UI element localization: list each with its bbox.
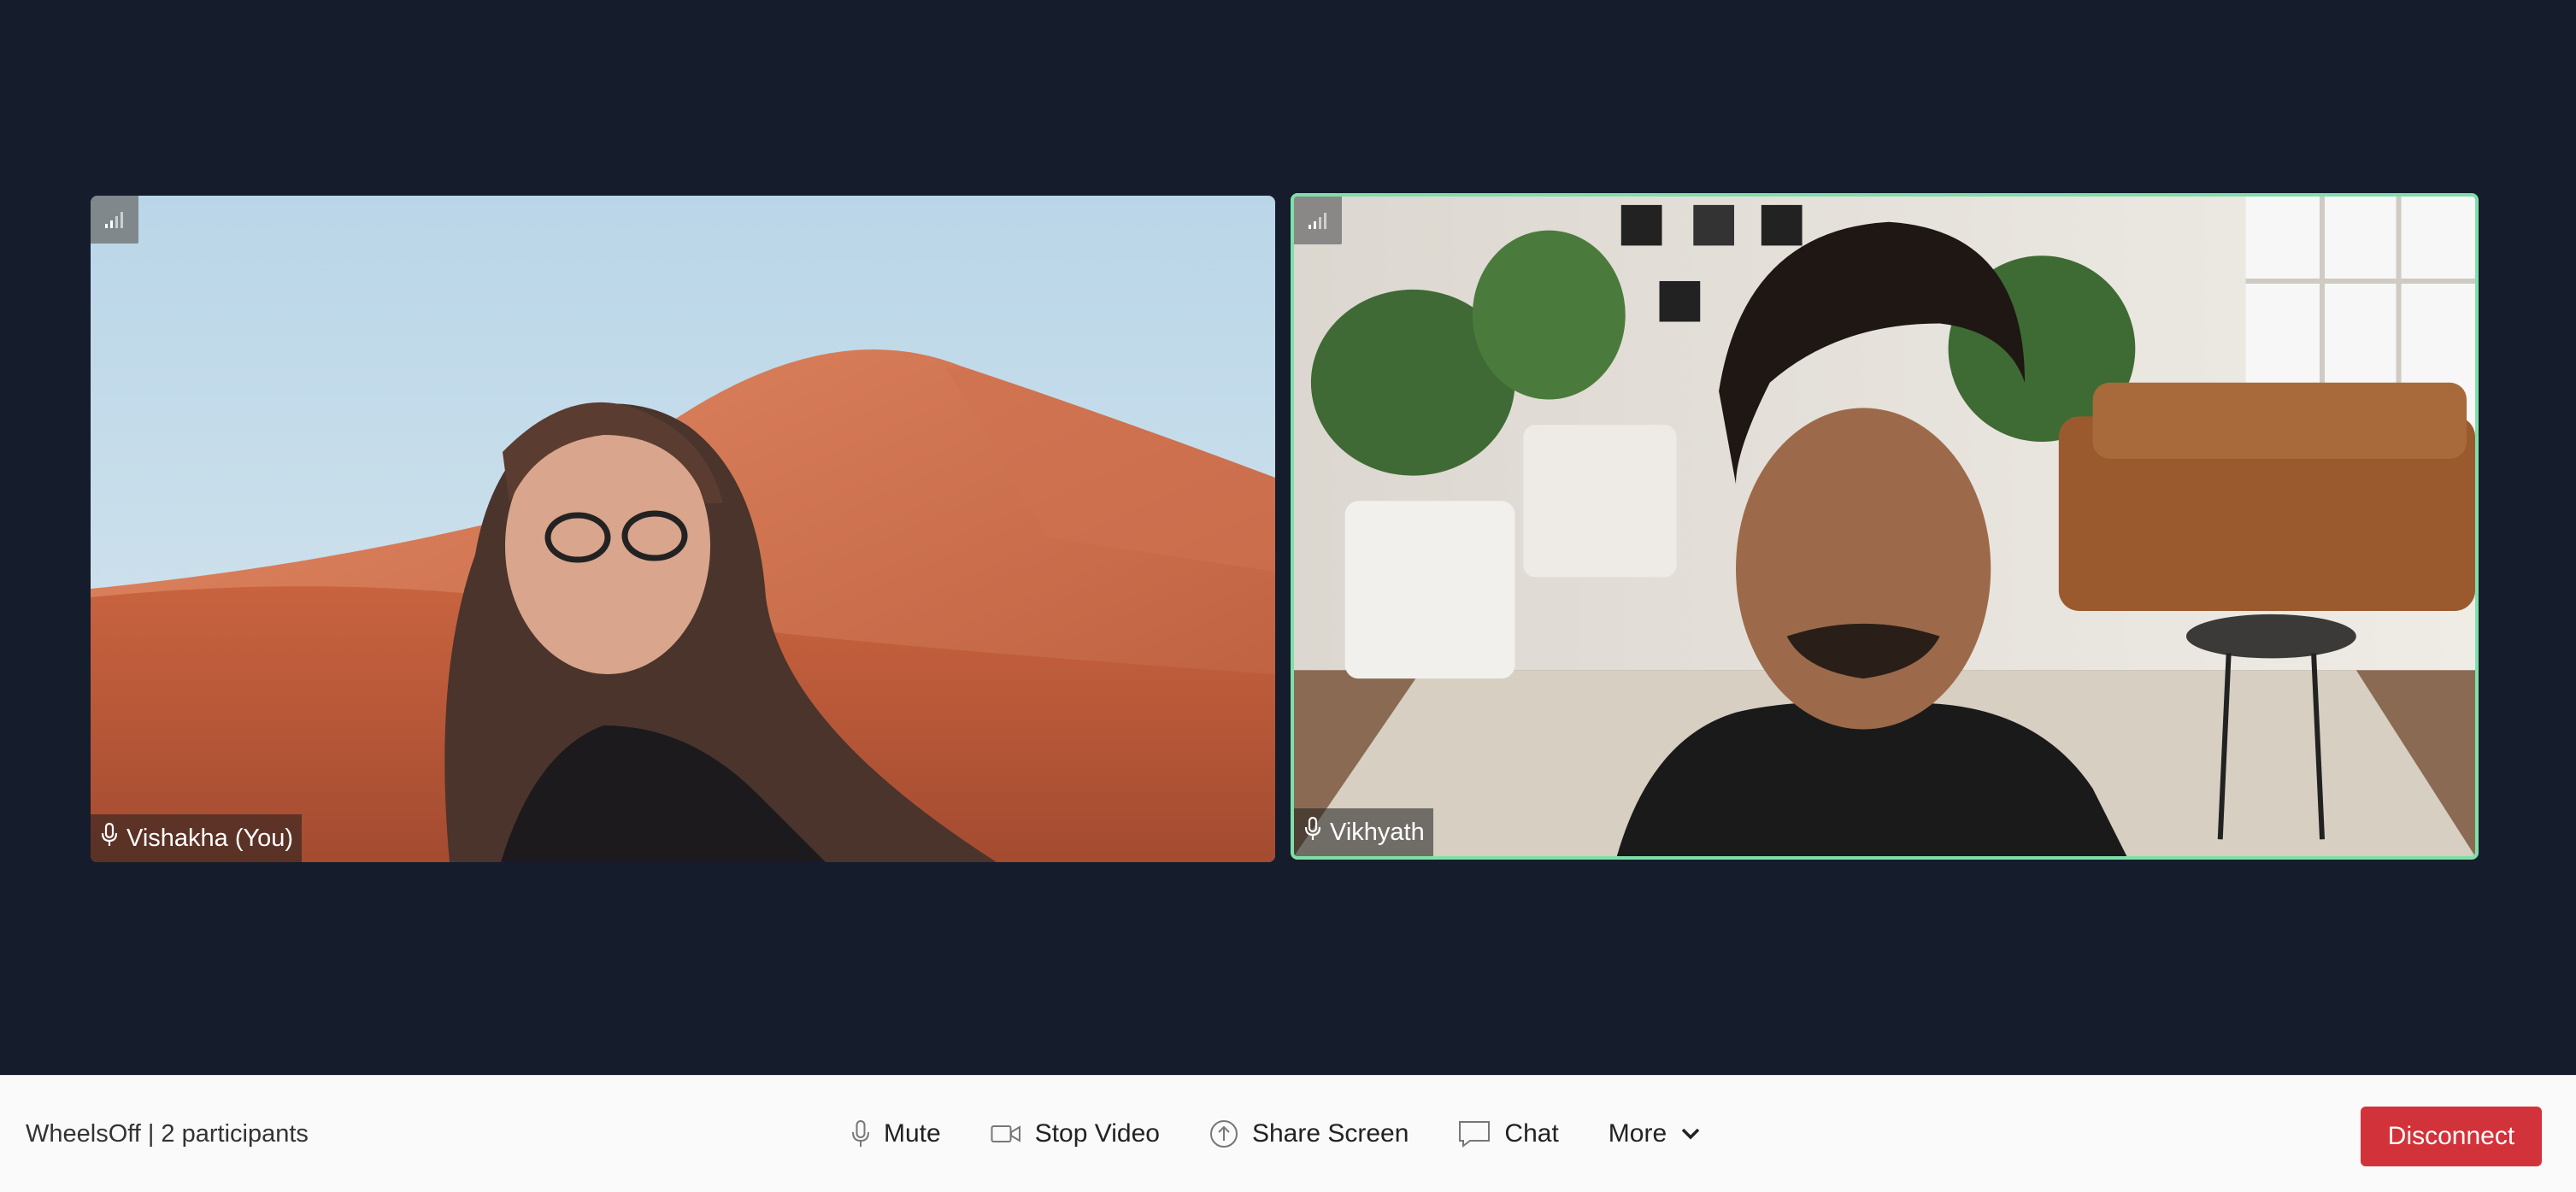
microphone-icon	[1304, 816, 1321, 848]
more-menu-button[interactable]: More	[1609, 1119, 1701, 1148]
signal-strength-icon	[1294, 197, 1342, 244]
microphone-icon	[851, 1119, 870, 1148]
microphone-icon	[101, 822, 118, 854]
chat-label: Chat	[1504, 1119, 1559, 1148]
room-name: WheelsOff	[26, 1119, 141, 1148]
video-tile-remote-active[interactable]: Vikhyath	[1291, 193, 2479, 860]
disconnect-button[interactable]: Disconnect	[2361, 1107, 2542, 1166]
room-info-separator: |	[147, 1119, 155, 1148]
mute-button[interactable]: Mute	[851, 1119, 941, 1148]
participant-name: Vikhyath	[1330, 818, 1425, 846]
participant-name-tag: Vikhyath	[1294, 808, 1433, 856]
chat-button[interactable]: Chat	[1458, 1119, 1559, 1148]
video-tile-local[interactable]: Vishakha (You)	[91, 196, 1275, 862]
stop-video-label: Stop Video	[1034, 1119, 1160, 1148]
more-label: More	[1608, 1119, 1667, 1148]
participant-name-tag: Vishakha (You)	[91, 814, 303, 862]
participant-count: 2 participants	[161, 1119, 309, 1148]
call-toolbar: WheelsOff | 2 participants Mute Stop Vid…	[0, 1075, 2576, 1192]
share-screen-label: Share Screen	[1251, 1119, 1409, 1148]
call-controls: Mute Stop Video Share Screen Chat More	[851, 1076, 1701, 1192]
video-camera-icon	[991, 1124, 1021, 1144]
stop-video-button[interactable]: Stop Video	[991, 1119, 1160, 1148]
chevron-down-icon	[1680, 1127, 1701, 1141]
share-screen-button[interactable]: Share Screen	[1209, 1119, 1409, 1148]
video-feed-living-room-background	[1294, 197, 2475, 856]
mute-label: Mute	[884, 1119, 941, 1148]
signal-strength-icon	[91, 196, 138, 244]
video-stage: Vishakha (You) Vikhyath	[0, 0, 2576, 1075]
chat-bubble-icon	[1458, 1120, 1491, 1148]
room-info: WheelsOff | 2 participants	[26, 1076, 309, 1192]
video-feed-desert-background	[91, 196, 1275, 862]
participant-name: Vishakha (You)	[126, 824, 294, 852]
upload-arrow-circle-icon	[1209, 1119, 1238, 1148]
